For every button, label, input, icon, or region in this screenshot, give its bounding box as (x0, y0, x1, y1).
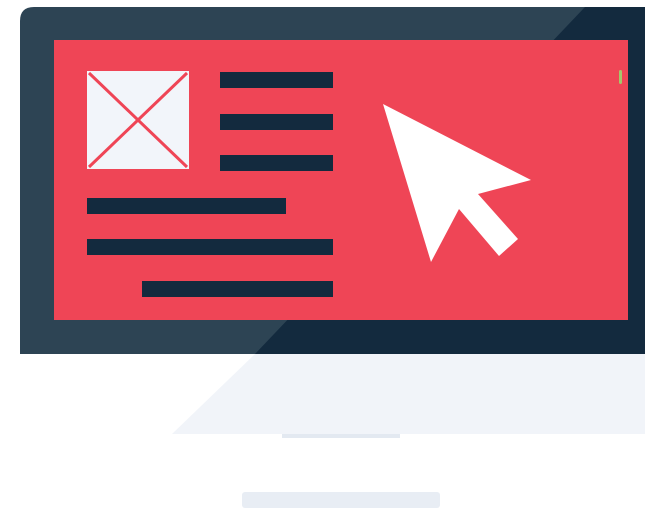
text-line (220, 72, 333, 88)
power-indicator-icon (619, 70, 622, 84)
text-line (220, 114, 333, 130)
stand-base (242, 492, 440, 508)
text-line (87, 239, 333, 255)
image-placeholder-icon (87, 71, 189, 169)
monitor-chin (20, 354, 645, 434)
text-line (87, 198, 286, 214)
text-line (142, 281, 333, 297)
monitor-svg (20, 7, 645, 508)
stand-neck (282, 434, 400, 438)
text-line (220, 155, 333, 171)
monitor-illustration (0, 0, 645, 516)
